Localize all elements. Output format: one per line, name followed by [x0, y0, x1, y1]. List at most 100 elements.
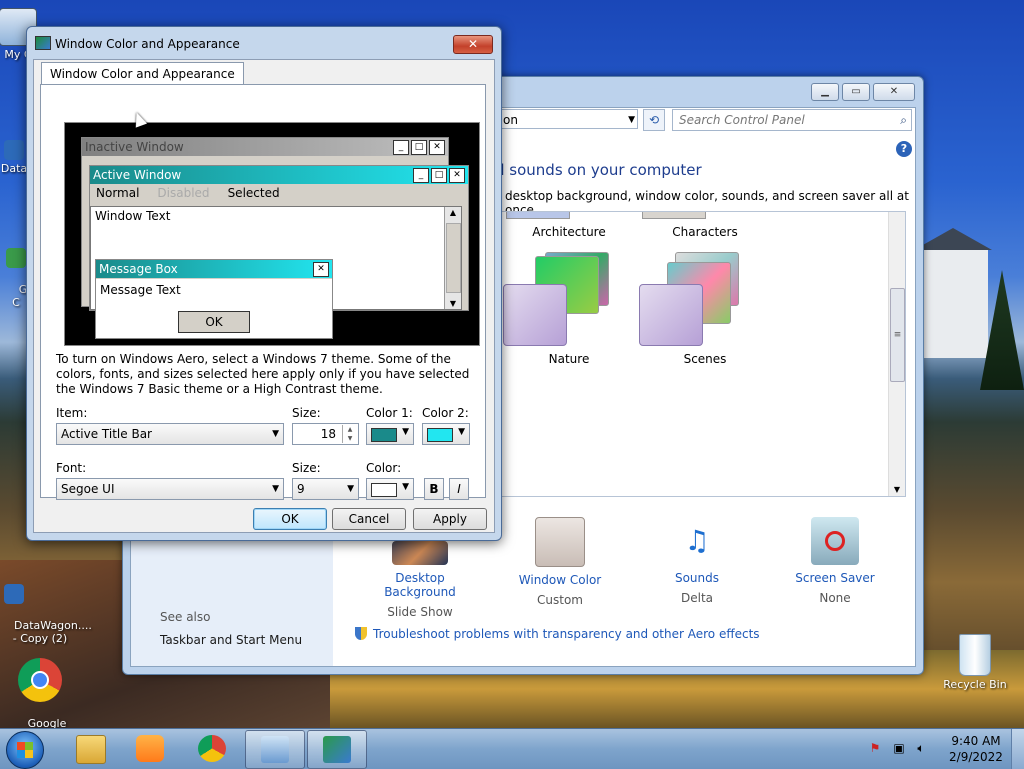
search-icon[interactable]: ⌕: [900, 110, 907, 130]
windows-logo-icon: [17, 742, 33, 758]
taskbar-media-player[interactable]: [121, 730, 179, 767]
stepper-arrows-icon[interactable]: ▲ ▼: [342, 425, 357, 443]
screen-saver-link[interactable]: Screen Saver: [775, 571, 895, 585]
taskbar-control-panel[interactable]: [245, 730, 305, 769]
cancel-button[interactable]: Cancel: [332, 508, 406, 530]
sounds-value: Delta: [680, 591, 713, 605]
clock-date: 2/9/2022: [949, 750, 1003, 764]
item-select[interactable]: Active Title Bar ▼: [56, 423, 284, 445]
taskbar-window-color[interactable]: [307, 730, 367, 769]
chrome-icon: [198, 735, 226, 762]
appearance-preview[interactable]: Inactive Window _ □ ✕ Active Window _ □ ✕ No…: [64, 122, 480, 346]
help-icon[interactable]: ?: [896, 141, 912, 157]
action-center-icon[interactable]: ⚑: [868, 741, 882, 755]
size-value: 18: [320, 427, 336, 441]
font-size-select[interactable]: 9 ▼: [292, 478, 359, 500]
clock-time: 9:40 AM: [951, 734, 1001, 748]
start-button[interactable]: [6, 731, 44, 769]
theme-scenes[interactable]: Scenes: [657, 352, 753, 366]
volume-icon[interactable]: 🔈︎: [914, 741, 928, 755]
window-color-link[interactable]: Window Color: [500, 573, 620, 587]
taskbar-explorer[interactable]: [61, 730, 119, 767]
active-title-bar[interactable]: Active Window: [90, 166, 468, 184]
theme-architecture[interactable]: Architecture: [521, 225, 617, 239]
theme-label: Nature: [548, 352, 590, 366]
address-bar[interactable]: on ▼: [498, 109, 638, 129]
message-text: Message Text: [100, 283, 181, 297]
chevron-down-icon: ▼: [458, 427, 465, 437]
theme-label: Scenes: [683, 352, 727, 366]
sounds-link[interactable]: Sounds: [637, 571, 757, 585]
maximize-button[interactable]: ▭: [842, 83, 870, 101]
sounds-icon: ♫: [684, 524, 710, 557]
theme-label: Architecture: [532, 225, 606, 239]
size-stepper[interactable]: 18 ▲ ▼: [292, 423, 359, 445]
minimize-button[interactable]: ▁: [811, 83, 839, 101]
font-color-label: Color:: [366, 461, 402, 475]
message-box-title: Message Box: [99, 262, 178, 276]
theme-thumb-partial: [642, 212, 706, 219]
italic-button[interactable]: I: [449, 478, 469, 500]
troubleshoot-link[interactable]: Troubleshoot problems with transparency …: [355, 627, 760, 641]
desktop-background-icon: [392, 541, 448, 565]
window-color-item[interactable]: Window Color Custom: [500, 517, 620, 607]
ok-button[interactable]: OK: [253, 508, 327, 530]
chevron-down-icon[interactable]: ▼: [628, 110, 635, 130]
theme-nature[interactable]: Nature: [521, 352, 617, 366]
taskbar: ⚑ ▣ 🔈︎ 9:40 AM 2/9/2022: [0, 728, 1024, 769]
item-label: Item:: [56, 406, 88, 420]
refresh-icon[interactable]: ⟲: [643, 109, 665, 131]
troubleshoot-text[interactable]: Troubleshoot problems with transparency …: [373, 627, 760, 641]
taskbar-chrome[interactable]: [183, 730, 241, 767]
color1-label: Color 1:: [366, 406, 413, 420]
search-input[interactable]: Search Control Panel ⌕: [672, 109, 912, 131]
scroll-up-icon[interactable]: ▲: [445, 208, 461, 217]
font-size-value: 9: [297, 482, 305, 496]
color1-picker[interactable]: ▼: [366, 423, 414, 445]
desktop-background-link[interactable]: Desktop Background: [360, 571, 480, 599]
font-select[interactable]: Segoe UI ▼: [56, 478, 284, 500]
wallpaper-house: [914, 228, 992, 358]
theme-thumb-partial: [506, 212, 570, 219]
screen-saver-value: None: [819, 591, 851, 605]
menu-normal[interactable]: Normal: [96, 186, 139, 200]
item-value: Active Title Bar: [61, 427, 152, 441]
message-box-title-bar[interactable]: Message Box: [96, 260, 332, 278]
preview-scrollbar[interactable]: ▲ ▼: [444, 207, 461, 309]
recycle-bin-icon[interactable]: Recycle Bin: [935, 634, 1015, 691]
sounds-item[interactable]: ♫ Sounds Delta: [637, 517, 757, 605]
scroll-down-icon[interactable]: ▼: [445, 299, 461, 308]
chevron-down-icon: ▼: [402, 482, 409, 492]
message-box-body: Message Text OK: [96, 279, 332, 338]
media-player-icon: [136, 735, 164, 762]
taskbar-start-menu-link[interactable]: Taskbar and Start Menu: [160, 633, 302, 647]
tab-panel: Inactive Window _ □ ✕ Active Window _ □ ✕ No…: [40, 84, 486, 500]
close-button[interactable]: ✕: [453, 35, 493, 54]
screen-saver-item[interactable]: Screen Saver None: [775, 517, 895, 605]
search-placeholder: Search Control Panel: [679, 113, 805, 127]
message-box-preview[interactable]: Message Box ✕ Message Text OK: [95, 259, 333, 339]
close-button[interactable]: ✕: [873, 83, 915, 101]
themes-scrollbar[interactable]: ≡ ▼: [888, 212, 905, 496]
font-color-picker[interactable]: ▼: [366, 478, 414, 500]
color2-picker[interactable]: ▼: [422, 423, 470, 445]
scrollbar-thumb[interactable]: [446, 223, 461, 293]
theme-characters[interactable]: Characters: [657, 225, 753, 239]
shortcut-g-label: G C: [12, 283, 28, 309]
message-box-buttons: ✕: [313, 262, 329, 277]
bold-button[interactable]: B: [424, 478, 444, 500]
control-panel-icon: [261, 736, 289, 763]
apply-button[interactable]: Apply: [413, 508, 487, 530]
message-ok-button[interactable]: OK: [178, 311, 250, 333]
show-desktop-button[interactable]: [1011, 729, 1024, 769]
menu-selected[interactable]: Selected: [228, 186, 280, 200]
system-clock[interactable]: 9:40 AM 2/9/2022: [948, 733, 1004, 765]
scrollbar-thumb[interactable]: ≡: [890, 288, 905, 382]
size-label: Size:: [292, 406, 321, 420]
window-color-dialog[interactable]: Window Color and Appearance ✕ Window Col…: [26, 26, 502, 541]
menu-disabled[interactable]: Disabled: [157, 186, 209, 200]
tab-window-color[interactable]: Window Color and Appearance: [41, 62, 244, 85]
scroll-down-icon[interactable]: ▼: [889, 485, 905, 494]
network-icon[interactable]: ▣: [892, 741, 906, 755]
inactive-title: Inactive Window: [85, 140, 184, 154]
